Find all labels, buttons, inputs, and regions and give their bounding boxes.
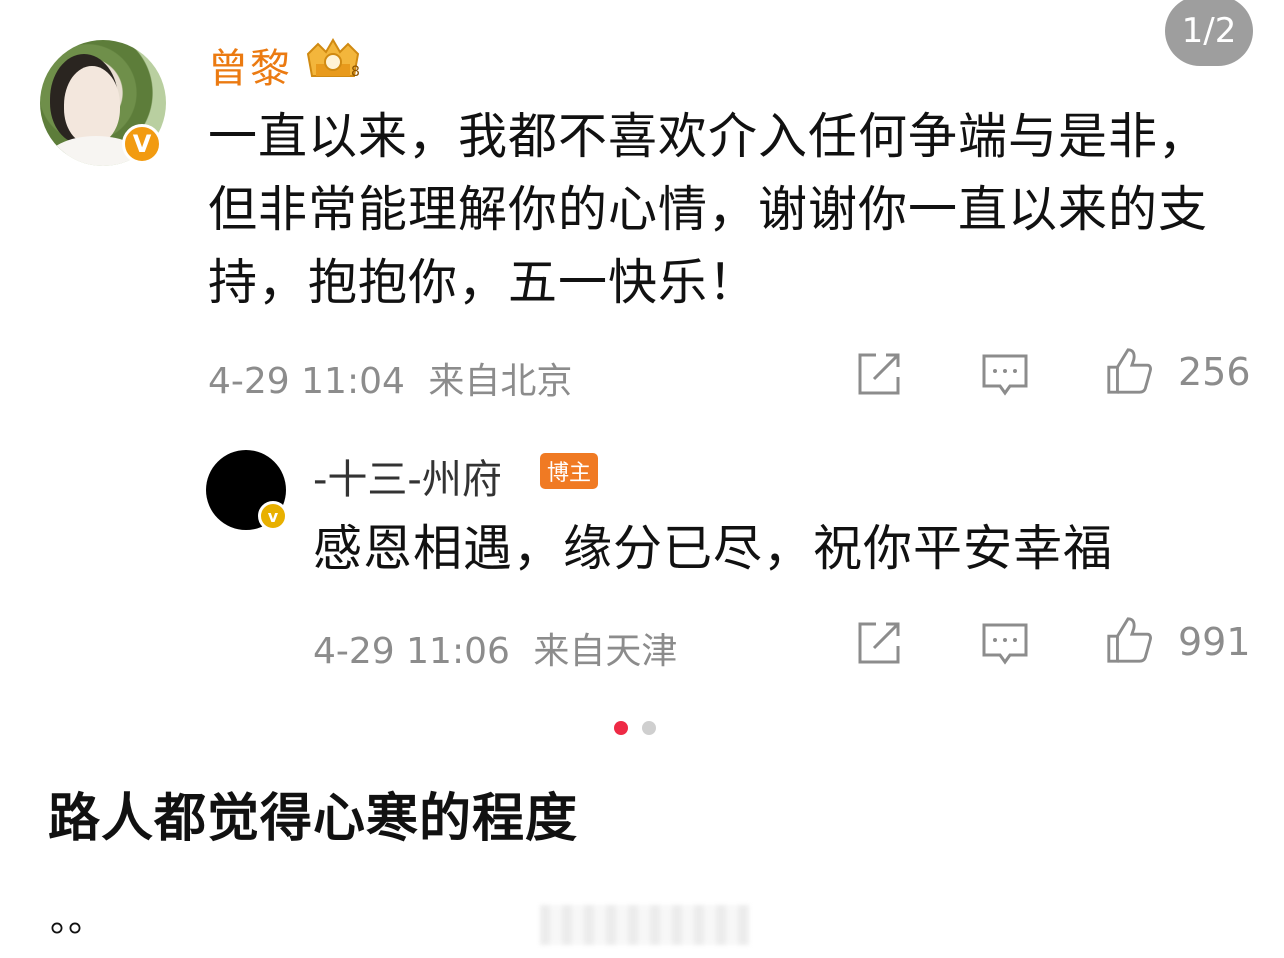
comment-icon[interactable] (980, 350, 1030, 400)
replier-name[interactable]: -十三-州府 (313, 447, 502, 505)
svg-text:8: 8 (351, 64, 360, 80)
post-trailing-text: 。。 (50, 899, 105, 940)
crown-badge-icon: 8 (306, 38, 360, 80)
post-caption: 路人都觉得心寒的程度 (48, 789, 579, 849)
comment-time: 4-29 11:04 (208, 361, 405, 402)
comment-text: 一直以来，我都不喜欢介入任何争端与是非，但非常能理解你的心情，谢谢你一直以来的支… (208, 108, 1209, 311)
reply-meta: 4-29 11:06 来自天津 (313, 622, 677, 674)
like-count: 256 (1178, 350, 1251, 394)
commenter-name[interactable]: 曾黎 (208, 36, 292, 94)
share-icon[interactable] (854, 618, 904, 668)
comment-location: 来自北京 (428, 361, 573, 402)
reply-text: 感恩相遇，缘分已尽，祝你平安幸福 (313, 520, 1114, 577)
reply-location: 来自天津 (533, 631, 678, 672)
avatar-face (64, 66, 120, 144)
verified-badge-icon: V (122, 124, 162, 164)
comment-meta: 4-29 11:04 来自北京 (208, 352, 572, 404)
author-tag-badge: 博主 (540, 453, 598, 489)
blurred-strip (540, 905, 750, 945)
comment-icon[interactable] (980, 619, 1030, 669)
verified-badge-icon: v (258, 501, 288, 531)
pagination-dot-active[interactable] (614, 721, 628, 735)
image-page-counter: 1/2 (1165, 0, 1253, 66)
reply-time: 4-29 11:06 (313, 631, 510, 672)
like-icon[interactable] (1104, 346, 1154, 396)
like-icon[interactable] (1104, 615, 1154, 665)
share-icon[interactable] (854, 349, 904, 399)
pagination-dot[interactable] (642, 721, 656, 735)
like-count: 991 (1178, 620, 1251, 664)
